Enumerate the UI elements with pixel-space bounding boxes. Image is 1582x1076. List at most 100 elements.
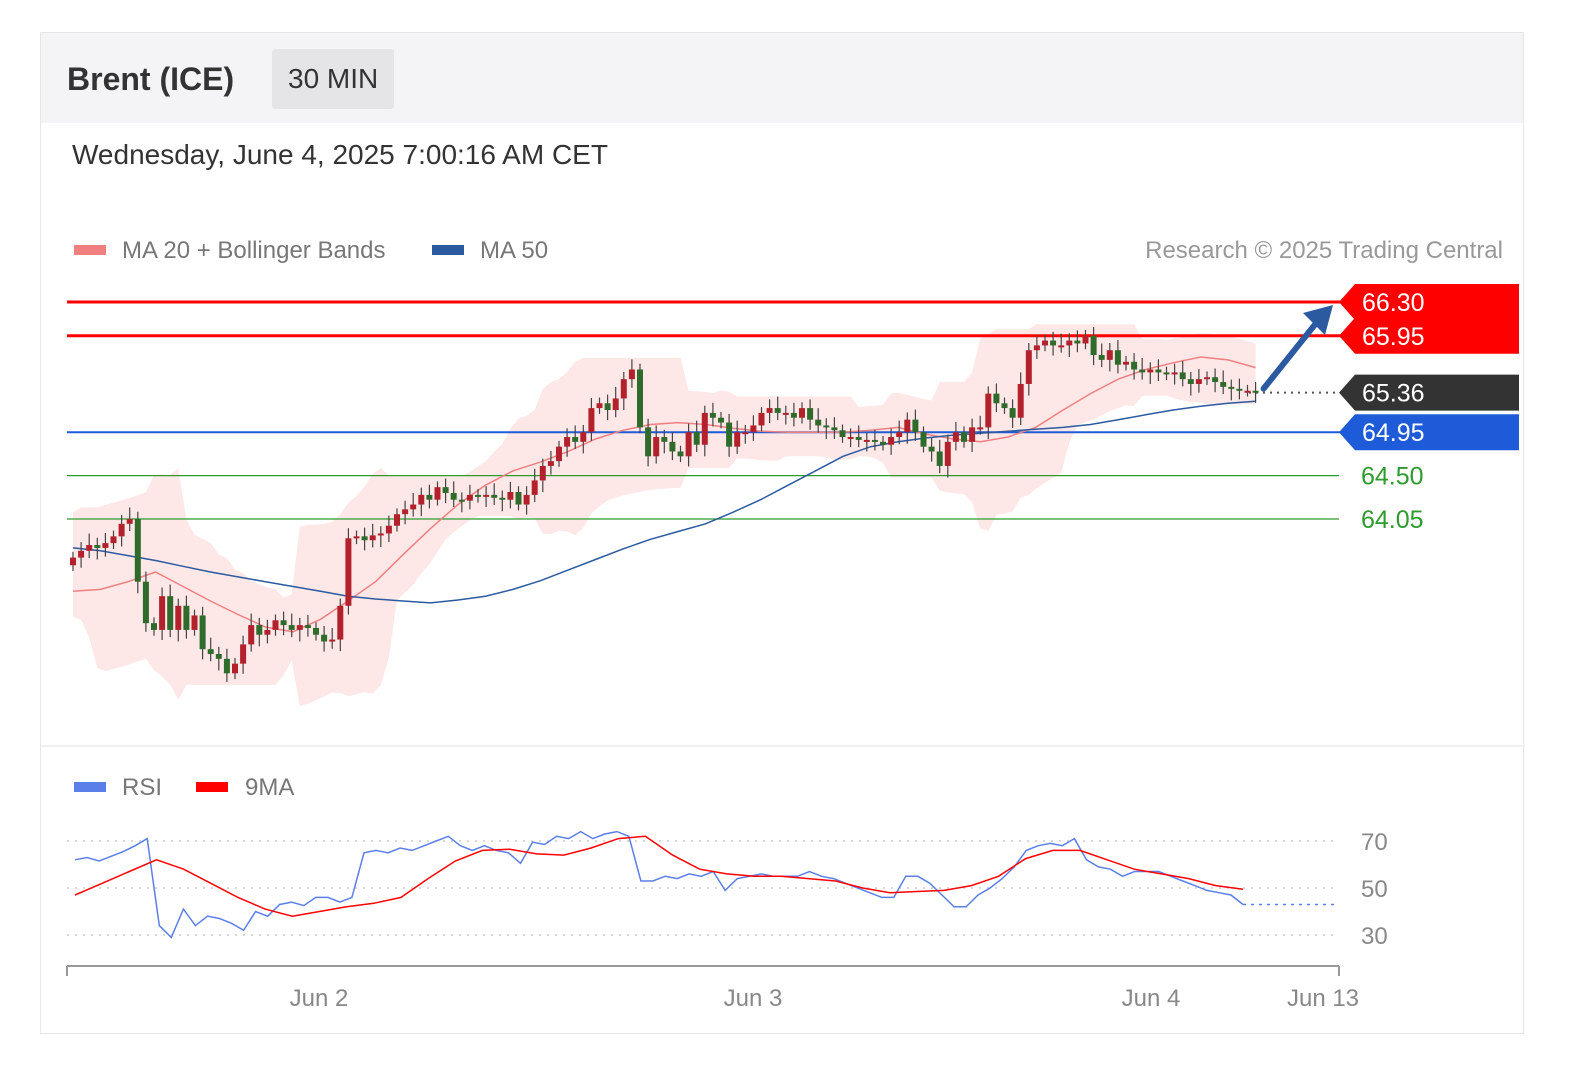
ma9-line — [74, 835, 1244, 917]
candle-body — [248, 625, 255, 645]
x-tick-label-3: Jun 13 — [1287, 985, 1359, 1012]
candle-body — [839, 430, 846, 438]
candle-body — [1163, 372, 1170, 375]
candle-body — [288, 625, 295, 630]
candle-body — [329, 639, 336, 642]
candle-body — [944, 441, 951, 466]
candle-body — [1001, 403, 1008, 409]
candle-body — [256, 625, 263, 635]
candle-body — [280, 620, 287, 626]
candle-body — [1179, 372, 1186, 380]
candle-body — [394, 514, 400, 526]
ma20-legend-swatch — [74, 245, 106, 255]
candle-body — [628, 369, 635, 380]
candle-body — [1147, 369, 1154, 373]
candle-body — [434, 487, 441, 500]
candle-body — [912, 419, 919, 433]
candle-body — [620, 379, 627, 399]
candle-body — [580, 432, 587, 442]
candle-body — [1074, 340, 1081, 344]
candle-body — [847, 437, 854, 440]
candle-body — [515, 491, 522, 505]
candle-body — [1123, 361, 1129, 365]
candle-body — [134, 519, 141, 582]
candle-body — [863, 439, 870, 442]
forecast-arrow-shaft — [1260, 314, 1324, 392]
candle-body — [418, 494, 425, 505]
candle-body — [507, 491, 514, 500]
time-axis: Jun 2 Jun 3 Jun 4 Jun 13 — [66, 965, 1359, 1012]
candle-body — [1106, 350, 1113, 360]
candle-body — [1236, 388, 1243, 391]
candle-body — [175, 605, 182, 630]
candle-body — [1090, 335, 1097, 356]
candle-body — [499, 497, 506, 500]
chart-card: Brent (ICE) 30 MIN Wednesday, June 4, 20… — [40, 32, 1525, 1034]
candle-body — [1025, 350, 1032, 384]
candle-body — [1114, 350, 1121, 365]
candle-body — [896, 432, 903, 438]
candle-body — [709, 412, 716, 418]
candle-body — [782, 412, 789, 415]
candle-body — [126, 519, 133, 524]
x-tick-label-1: Jun 3 — [724, 985, 783, 1012]
research-credit: Research © 2025 Trading Central — [1145, 237, 1503, 264]
candle-body — [977, 427, 984, 430]
candle-body — [264, 629, 271, 635]
candle-body — [1252, 390, 1259, 393]
candle-body — [952, 432, 959, 442]
candle-body — [345, 538, 352, 606]
candle-body — [361, 536, 368, 541]
candle-body — [1009, 408, 1016, 418]
candle-body — [426, 494, 433, 500]
candle-body — [855, 437, 862, 440]
rsi-tick-label-70: 70 — [1361, 829, 1388, 856]
candle-body — [1042, 340, 1048, 346]
candle-body — [1228, 386, 1235, 389]
candle-body — [645, 427, 652, 457]
candle-body — [993, 393, 1000, 404]
candle-body — [1139, 369, 1146, 373]
candle-body — [758, 412, 765, 426]
candle-body — [1017, 383, 1024, 418]
rsi-tick-label-30: 30 — [1361, 923, 1388, 950]
candle-body — [831, 427, 838, 431]
candle-body — [904, 419, 911, 433]
candle-body — [556, 446, 562, 462]
candle-body — [410, 504, 417, 510]
candle-body — [1098, 355, 1105, 360]
candle-body — [167, 596, 174, 630]
candle-body — [78, 550, 85, 558]
rsi-line — [74, 830, 1244, 939]
candle-body — [1033, 345, 1040, 351]
candle-body — [823, 425, 830, 428]
candle-body — [1220, 382, 1227, 387]
candle-body — [110, 536, 117, 544]
candle-body — [612, 398, 619, 411]
candle-body — [304, 625, 311, 628]
candle-body — [661, 437, 668, 442]
candle-body — [353, 536, 360, 539]
candle-body — [596, 403, 603, 409]
candle-body — [653, 437, 660, 457]
candle-body — [961, 432, 967, 442]
rsi-plot: 30 50 70 — [67, 829, 1388, 950]
candle-body — [985, 393, 992, 428]
candle-body — [693, 432, 700, 445]
candle-body — [547, 461, 554, 466]
candle-body — [637, 369, 643, 428]
candle-body — [685, 432, 692, 457]
candle-body — [321, 634, 328, 642]
support-label-5: 64.05 — [1361, 506, 1424, 534]
bollinger-band — [73, 324, 1256, 707]
candle-body — [799, 408, 805, 418]
candle-body — [774, 408, 781, 413]
candle-body — [118, 523, 125, 537]
candle-body — [539, 465, 546, 481]
candle-body — [385, 525, 392, 534]
candle-body — [1058, 345, 1065, 348]
candle-body — [1050, 340, 1057, 346]
candle-body — [466, 494, 473, 501]
candle-body — [483, 494, 490, 497]
candle-body — [1082, 335, 1089, 344]
